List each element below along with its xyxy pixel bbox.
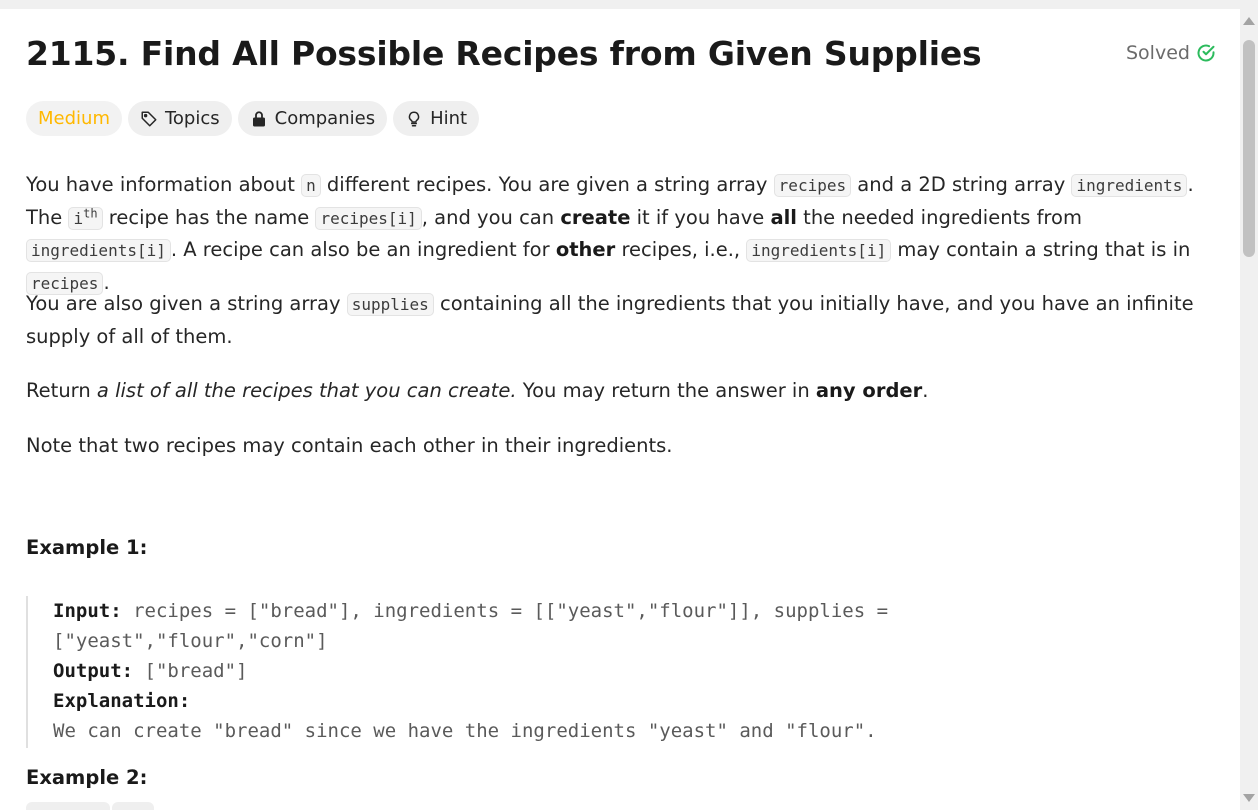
lightbulb-icon (408, 110, 420, 126)
explanation-text: We can create "bread" since we have the … (53, 720, 877, 742)
hint-label: Hint (430, 108, 468, 129)
description-paragraph-1: You have information about n different r… (26, 169, 1216, 299)
text: . (922, 379, 929, 402)
text: it if you have (630, 205, 771, 229)
text: different recipes. You are given a strin… (320, 173, 774, 196)
companies-label: Companies (274, 108, 376, 129)
example-2-heading: Example 2: (26, 766, 148, 789)
solved-status: Solved (1126, 42, 1216, 64)
bold-text: any order (815, 379, 923, 402)
description-paragraph-3: Return a list of all the recipes that yo… (26, 375, 1216, 407)
example-output-line: Output: ["bread"] (53, 656, 1026, 686)
bold-text: other (555, 238, 616, 261)
text: Return (26, 379, 97, 402)
example-2-block-edge (26, 802, 154, 810)
tag-icon (141, 111, 157, 126)
description-paragraph-4: Note that two recipes may contain each o… (26, 434, 673, 457)
example-1-block: Input: recipes = ["bread"], ingredients … (26, 596, 1026, 748)
vertical-scrollbar[interactable] (1240, 9, 1258, 810)
inline-code: supplies (346, 293, 434, 316)
input-value: recipes = ["bread"], ingredients = [["ye… (121, 600, 889, 622)
scroll-up-arrow-icon[interactable] (1243, 17, 1255, 25)
scroll-down-arrow-icon[interactable] (1243, 794, 1255, 802)
output-value: ["bread"] (133, 660, 248, 682)
text: , and you can (421, 205, 561, 229)
difficulty-badge: Medium (26, 101, 122, 136)
topics-label: Topics (164, 108, 220, 129)
lock-icon (252, 110, 265, 126)
text: recipes, i.e., (615, 238, 747, 261)
problem-title[interactable]: 2115. Find All Possible Recipes from Giv… (26, 34, 982, 73)
text: the needed ingredients from (796, 205, 1082, 229)
code-block-edge (112, 802, 154, 810)
topics-button[interactable]: Topics (127, 101, 232, 136)
input-label: Input: (53, 600, 122, 622)
text: You are also given a string array (26, 292, 347, 315)
problem-tags: Medium Topics Companies Hint (26, 101, 480, 136)
problem-description-panel: 2115. Find All Possible Recipes from Giv… (0, 9, 1240, 810)
inline-code: recipes[i] (315, 206, 422, 230)
inline-code: ingredients[i] (26, 239, 171, 262)
scrollbar-thumb[interactable] (1243, 40, 1255, 257)
hint-button[interactable]: Hint (393, 101, 480, 136)
bold-text: all (770, 205, 797, 229)
superscript: th (83, 206, 98, 221)
code-text: i (73, 208, 84, 228)
text: . A recipe can also be an ingredient for (170, 238, 556, 261)
inline-code: ingredients (1071, 174, 1188, 197)
description-paragraph-2: You are also given a string array suppli… (26, 288, 1216, 352)
solved-label: Solved (1126, 42, 1190, 64)
inline-code: ingredients[i] (746, 239, 892, 262)
bold-text: create (560, 205, 631, 229)
example-1-heading: Example 1: (26, 536, 148, 559)
check-circle-icon (1197, 44, 1215, 62)
code-block-edge (26, 802, 110, 810)
text: may contain a string that is in (891, 238, 1191, 261)
example-input-line-1: Input: recipes = ["bread"], ingredients … (53, 596, 1026, 626)
explanation-label: Explanation: (53, 690, 191, 712)
example-input-line-2: ["yeast","flour","corn"] (53, 630, 328, 652)
companies-button[interactable]: Companies (237, 101, 388, 136)
text: You may return the answer in (516, 379, 816, 402)
text: recipe has the name (102, 205, 316, 229)
inline-code: n (301, 174, 321, 197)
text: and a 2D string array (851, 173, 1072, 196)
output-label: Output: (53, 660, 134, 682)
inline-code: ith (68, 206, 103, 230)
inline-code: recipes (773, 174, 852, 197)
text: You have information about (26, 173, 302, 196)
italic-text: a list of all the recipes that you can c… (96, 379, 517, 402)
